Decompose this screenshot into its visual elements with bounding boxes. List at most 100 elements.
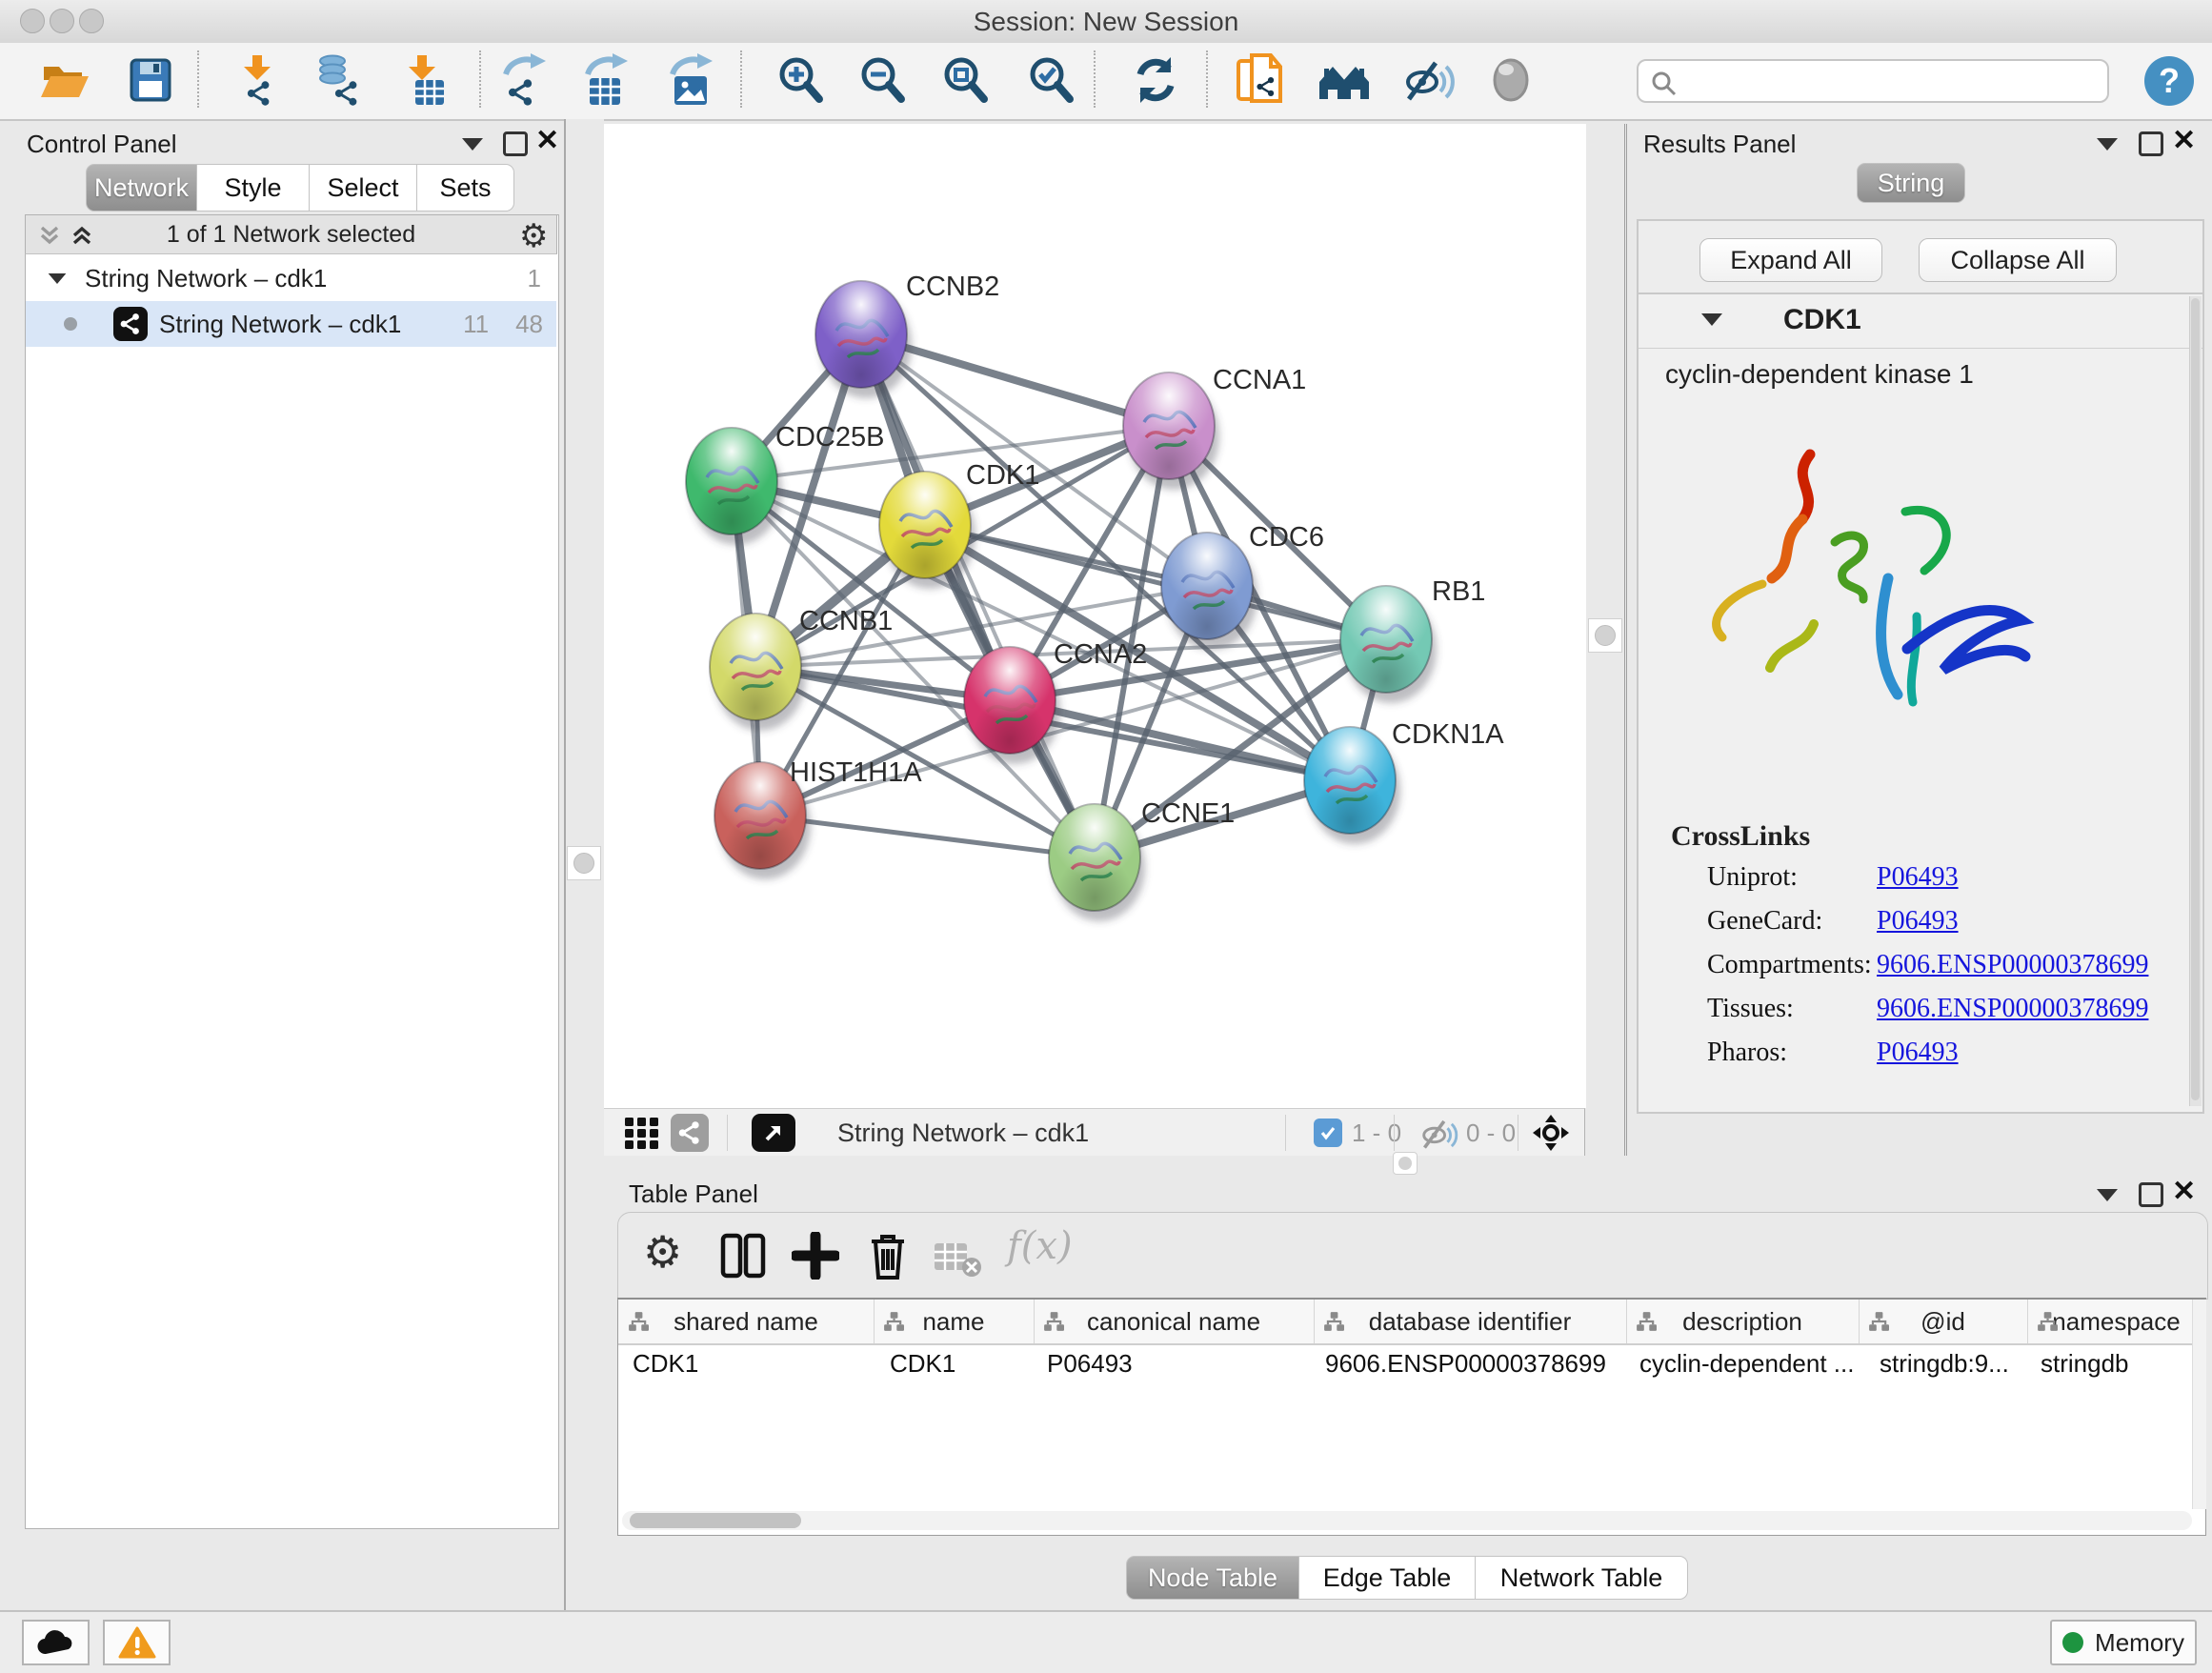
network-node-HIST1H1A[interactable]: HIST1H1A — [714, 757, 922, 879]
tab-style[interactable]: Style — [197, 164, 310, 212]
crosslink-link[interactable]: P06493 — [1877, 1038, 1959, 1068]
network-node-CDK1[interactable]: CDK1 — [879, 460, 1039, 589]
delete-column-trash-icon[interactable] — [864, 1230, 912, 1281]
network-view-share-icon[interactable] — [671, 1114, 709, 1152]
node-label-CCNB2: CCNB2 — [906, 272, 999, 302]
table-cell[interactable]: CDK1 — [633, 1349, 698, 1383]
table-settings-gear-icon[interactable]: ⚙ — [643, 1226, 682, 1278]
string-network-graph[interactable]: CCNB2CCNA1CDC25BCDK1CDC6RB1CCNB1CCNA2CDK… — [603, 124, 1586, 1108]
crosslink-link[interactable]: P06493 — [1877, 906, 1959, 937]
splitter-grip[interactable] — [567, 846, 601, 880]
column-header[interactable]: @id — [1859, 1300, 2027, 1345]
help-icon[interactable]: ? — [2144, 56, 2194, 106]
add-column-icon[interactable] — [792, 1232, 839, 1280]
collection-row[interactable]: String Network – cdk1 1 — [26, 255, 556, 301]
collapse-all-button[interactable]: Collapse All — [1919, 238, 2117, 282]
cloud-icon — [36, 1629, 76, 1656]
column-header[interactable]: database identifier — [1314, 1300, 1626, 1345]
column-header[interactable]: name — [874, 1300, 1034, 1345]
table-cell[interactable]: CDK1 — [890, 1349, 955, 1383]
table-cell[interactable]: P06493 — [1047, 1349, 1133, 1383]
network-canvas[interactable]: CCNB2CCNA1CDC25BCDK1CDC6RB1CCNB1CCNA2CDK… — [602, 124, 1587, 1108]
birds-eye-navigator-icon[interactable] — [1533, 1115, 1569, 1151]
zoom-selected-icon[interactable] — [1024, 53, 1077, 107]
splitter-grip[interactable] — [1393, 1152, 1418, 1175]
zoom-in-icon[interactable] — [774, 53, 827, 107]
cloud-button[interactable] — [22, 1620, 90, 1665]
results-scrollbar[interactable] — [2189, 296, 2202, 1106]
string-home-icon[interactable] — [1317, 53, 1371, 107]
table-panel-menu-icon[interactable] — [2097, 1189, 2118, 1201]
tab-sets[interactable]: Sets — [417, 164, 514, 212]
tab-edge-table[interactable]: Edge Table — [1299, 1556, 1476, 1600]
gene-collapse-icon[interactable] — [1701, 313, 1722, 326]
tab-node-table[interactable]: Node Table — [1126, 1556, 1299, 1600]
save-session-icon[interactable] — [124, 53, 177, 107]
tab-select[interactable]: Select — [310, 164, 417, 212]
expand-all-button[interactable]: Expand All — [1699, 238, 1882, 282]
show-hide-icon[interactable] — [1401, 53, 1455, 107]
birds-eye-icon[interactable] — [1484, 53, 1538, 107]
network-node-CCNE1[interactable]: CCNE1 — [1049, 798, 1235, 921]
results-panel-close-icon[interactable]: ✕ — [2172, 128, 2196, 154]
show-columns-icon[interactable] — [719, 1232, 767, 1280]
network-node-CDC6[interactable]: CDC6 — [1161, 522, 1324, 650]
zoom-out-icon[interactable] — [855, 53, 909, 107]
crosslink-link[interactable]: P06493 — [1877, 862, 1959, 893]
tab-string[interactable]: String — [1857, 163, 1965, 203]
column-header[interactable]: shared name — [618, 1300, 874, 1345]
zoom-fit-icon[interactable] — [938, 53, 992, 107]
table-vertical-scrollbar[interactable] — [2192, 1300, 2206, 1509]
export-network-icon[interactable] — [498, 53, 552, 107]
network-row[interactable]: String Network – cdk1 11 48 — [26, 301, 556, 347]
table-cell[interactable]: stringdb:9... — [1880, 1349, 2009, 1383]
hidden-eye-icon[interactable] — [1418, 1119, 1458, 1149]
control-panel-float-icon[interactable] — [503, 131, 528, 156]
column-header[interactable]: canonical name — [1034, 1300, 1314, 1345]
network-node-count: 11 — [463, 310, 489, 339]
warning-button[interactable] — [103, 1620, 171, 1665]
gene-section-header[interactable]: CDK1 — [1639, 294, 2202, 349]
results-panel-menu-icon[interactable] — [2097, 138, 2118, 151]
tab-network-table[interactable]: Network Table — [1476, 1556, 1688, 1600]
column-header[interactable]: description — [1626, 1300, 1859, 1345]
table-cell[interactable]: cyclin-dependent ... — [1639, 1349, 1854, 1383]
status-bar: Memory — [0, 1610, 2212, 1673]
selected-checkbox-icon[interactable] — [1314, 1119, 1342, 1147]
refresh-icon[interactable] — [1129, 53, 1182, 107]
column-header[interactable]: namespace — [2027, 1300, 2205, 1345]
network-node-CCNB1[interactable]: CCNB1 — [710, 606, 893, 731]
network-node-RB1[interactable]: RB1 — [1340, 576, 1485, 703]
table-cell[interactable]: 9606.ENSP00000378699 — [1325, 1349, 1606, 1383]
export-table-icon[interactable] — [580, 53, 633, 107]
crosslink-link[interactable]: 9606.ENSP00000378699 — [1877, 994, 2148, 1024]
crosslink-link[interactable]: 9606.ENSP00000378699 — [1877, 950, 2148, 980]
grid-view-icon[interactable] — [625, 1118, 659, 1150]
table-panel-close-icon[interactable]: ✕ — [2172, 1179, 2196, 1205]
results-panel-float-icon[interactable] — [2139, 131, 2163, 156]
detach-view-icon[interactable] — [752, 1114, 795, 1152]
node-table[interactable]: shared name name canonical name database… — [617, 1298, 2206, 1536]
control-panel-close-icon[interactable]: ✕ — [535, 128, 559, 154]
tab-network[interactable]: Network — [86, 164, 197, 212]
protein-structure-image — [1667, 428, 2048, 756]
network-node-CDC25B[interactable]: CDC25B — [686, 422, 884, 545]
splitter-grip[interactable] — [1588, 618, 1622, 653]
search-input[interactable] — [1637, 59, 2109, 103]
import-table-file-icon[interactable] — [396, 53, 450, 107]
network-options-gear-icon[interactable]: ⚙ — [519, 217, 548, 255]
import-network-file-icon[interactable] — [231, 53, 285, 107]
export-image-icon[interactable] — [665, 53, 718, 107]
network-node-CDKN1A[interactable]: CDKN1A — [1304, 719, 1504, 844]
open-session-icon[interactable] — [38, 53, 91, 107]
collection-expand-icon[interactable] — [49, 272, 67, 283]
table-panel-float-icon[interactable] — [2139, 1182, 2163, 1207]
crosslink-label: Compartments: — [1707, 950, 1872, 980]
table-cell[interactable]: stringdb — [2041, 1349, 2129, 1383]
network-view-toolbar: String Network – cdk1 1 - 0 0 - 0 — [602, 1108, 1585, 1156]
memory-button[interactable]: Memory — [2050, 1620, 2197, 1665]
import-network-database-icon[interactable] — [312, 53, 365, 107]
share-document-icon[interactable] — [1233, 53, 1286, 107]
table-horizontal-scrollbar[interactable] — [622, 1511, 2192, 1530]
control-panel-menu-icon[interactable] — [462, 138, 483, 151]
